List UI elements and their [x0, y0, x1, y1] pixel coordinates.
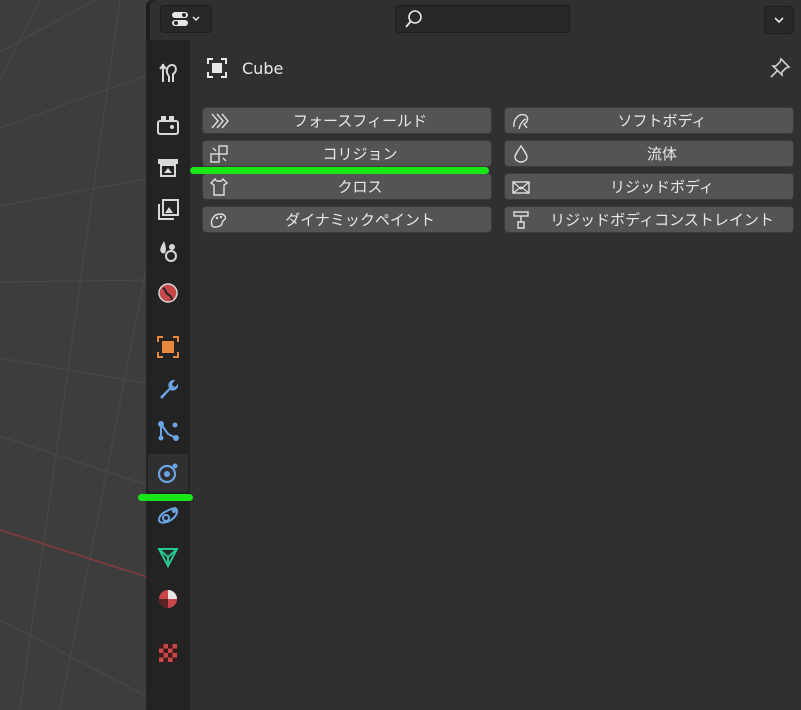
3d-viewport[interactable]: [0, 0, 150, 710]
tab-particles[interactable]: [148, 412, 188, 450]
tab-physics[interactable]: [148, 454, 188, 492]
constraints-icon: [157, 506, 179, 524]
highlight-mark-collision: [190, 167, 489, 174]
object-icon: [157, 336, 179, 358]
rigid-body-label: リジッドボディ: [610, 178, 714, 196]
header-menu-button[interactable]: [764, 6, 794, 34]
fluid-icon: [514, 144, 528, 163]
physics-icon: [157, 463, 178, 484]
tab-constraints[interactable]: [148, 496, 188, 534]
soft-body-icon: [513, 113, 529, 130]
dynamic-paint-icon: [210, 213, 227, 228]
tab-world[interactable]: [148, 274, 188, 312]
x-axis-line: [0, 529, 150, 579]
fluid-button[interactable]: 流体: [504, 140, 794, 167]
particles-icon: [158, 421, 179, 441]
output-icon: [158, 159, 178, 177]
tab-tool[interactable]: [148, 54, 188, 92]
collision-icon: [210, 145, 228, 163]
collision-button[interactable]: コリジョン: [202, 140, 492, 167]
material-icon: [159, 590, 177, 608]
fluid-label: 流体: [646, 145, 677, 163]
rigid-body-constraint-button[interactable]: リジッドボディコンストレイント: [504, 206, 794, 233]
tab-render[interactable]: [148, 106, 188, 144]
properties-tab-bar: [146, 40, 190, 710]
tab-texture[interactable]: [148, 634, 188, 672]
wrench-icon: [160, 379, 179, 399]
tab-object[interactable]: [148, 328, 188, 366]
force-field-icon: [211, 113, 229, 129]
tool-icon: [159, 63, 177, 82]
dynamic-paint-label: ダイナミックペイント: [285, 211, 435, 229]
render-icon: [157, 116, 179, 135]
soft-body-button[interactable]: ソフトボディ: [504, 107, 794, 134]
chevron-down-icon: [774, 17, 784, 24]
mesh-data-icon: [157, 548, 179, 569]
soft-body-label: ソフトボディ: [617, 112, 707, 130]
collision-label: コリジョン: [322, 145, 398, 163]
view-layer-icon: [158, 199, 179, 220]
rigid-body-constraint-icon: [513, 211, 529, 229]
context-path: Cube: [206, 54, 283, 82]
cloth-label: クロス: [337, 178, 383, 196]
search-input[interactable]: [395, 5, 570, 33]
tab-output[interactable]: [148, 148, 188, 186]
search-icon: [405, 10, 422, 28]
world-icon: [158, 283, 178, 303]
viewport-grid: [0, 0, 150, 710]
tab-view-layer[interactable]: [148, 190, 188, 228]
rigid-body-button[interactable]: リジッドボディ: [504, 173, 794, 200]
rigid-body-icon: [512, 181, 530, 194]
tab-modifiers[interactable]: [148, 370, 188, 408]
texture-icon: [159, 644, 177, 662]
editor-type-button[interactable]: [160, 5, 212, 33]
pin-icon[interactable]: [768, 56, 792, 80]
object-name: Cube: [242, 58, 284, 78]
properties-content: Cube フォースフィールド コリジョン クロス ダイナミックペイント ソフトボ…: [190, 40, 801, 710]
tab-data[interactable]: [148, 538, 188, 576]
cloth-icon: [209, 177, 229, 196]
force-field-label: フォースフィールド: [293, 112, 427, 130]
object-icon: [207, 58, 227, 78]
highlight-mark-physics-tab: [138, 494, 193, 501]
properties-editor: Cube フォースフィールド コリジョン クロス ダイナミックペイント ソフトボ…: [146, 0, 801, 710]
editor-header: [150, 0, 801, 40]
dynamic-paint-button[interactable]: ダイナミックペイント: [202, 206, 492, 233]
tab-material[interactable]: [148, 580, 188, 618]
cloth-button[interactable]: クロス: [202, 173, 492, 200]
rigid-body-constraint-label: リジッドボディコンストレイント: [550, 211, 774, 229]
properties-editor-icon: [172, 12, 200, 26]
tab-scene[interactable]: [148, 232, 188, 270]
scene-icon: [160, 241, 177, 262]
force-field-button[interactable]: フォースフィールド: [202, 107, 492, 134]
